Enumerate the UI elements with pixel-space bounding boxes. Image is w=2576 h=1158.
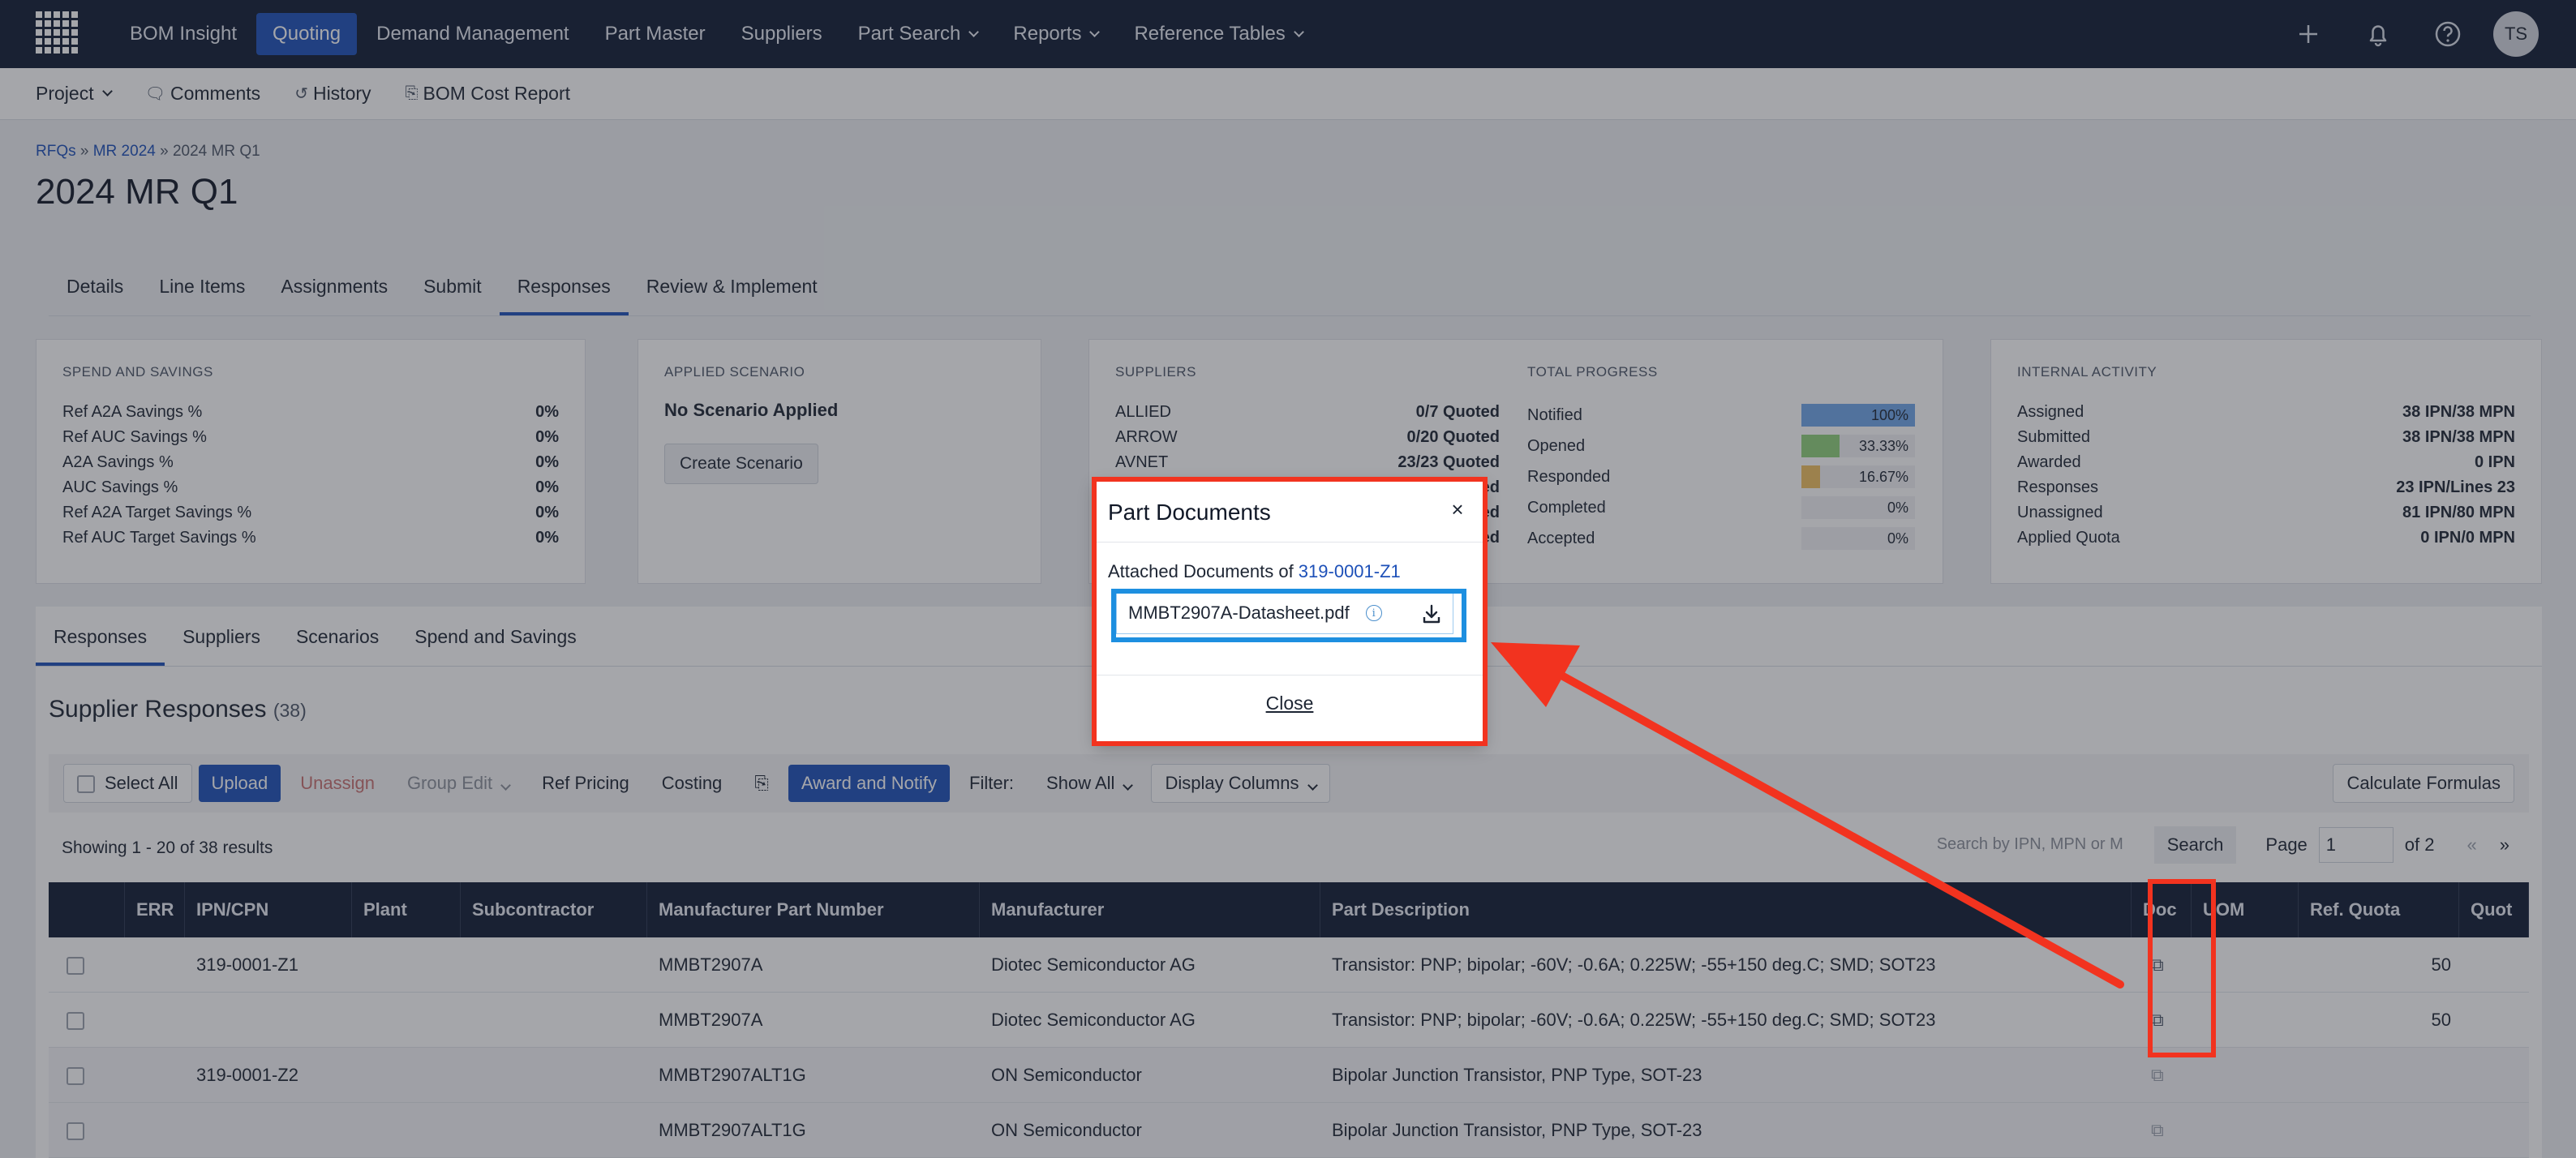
file-row-highlight [1111, 589, 1466, 642]
